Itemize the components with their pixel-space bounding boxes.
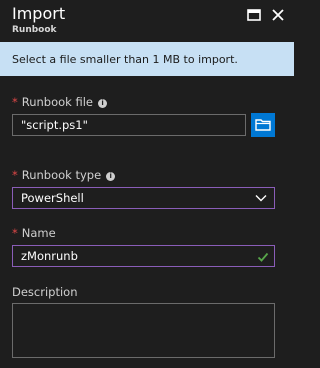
checkmark-icon [257, 252, 269, 262]
description-label-text: Description [12, 285, 78, 299]
page-subtitle: Runbook [12, 25, 57, 35]
browse-file-button[interactable] [251, 113, 275, 137]
folder-icon [255, 119, 271, 131]
close-icon[interactable] [270, 7, 286, 23]
name-input[interactable]: zMonrunb [12, 245, 275, 267]
info-icon[interactable]: i [98, 99, 108, 108]
runbook-file-input[interactable]: "script.ps1" [12, 114, 246, 136]
maximize-icon[interactable] [246, 7, 262, 23]
runbook-type-label: * Runbook type i [12, 168, 116, 182]
required-mark: * [12, 95, 18, 109]
required-mark: * [12, 226, 18, 240]
runbook-file-value: "script.ps1" [21, 118, 88, 132]
runbook-type-value: PowerShell [21, 191, 84, 205]
chevron-down-icon [255, 195, 267, 202]
page-title: Import [12, 4, 66, 23]
required-mark: * [12, 168, 18, 182]
info-banner: Select a file smaller than 1 MB to impor… [0, 42, 294, 76]
blade-header: Import Runbook [0, 0, 294, 42]
name-label-text: Name [21, 226, 56, 240]
runbook-type-select[interactable]: PowerShell [12, 187, 275, 209]
description-textarea[interactable] [12, 303, 275, 358]
runbook-file-label: * Runbook file i [12, 95, 108, 109]
description-label: Description [12, 285, 78, 299]
name-value: zMonrunb [21, 249, 78, 263]
info-banner-text: Select a file smaller than 1 MB to impor… [12, 53, 238, 66]
info-icon[interactable]: i [106, 172, 116, 181]
runbook-file-label-text: Runbook file [21, 95, 94, 109]
runbook-type-label-text: Runbook type [21, 168, 102, 182]
name-label: * Name [12, 226, 56, 240]
